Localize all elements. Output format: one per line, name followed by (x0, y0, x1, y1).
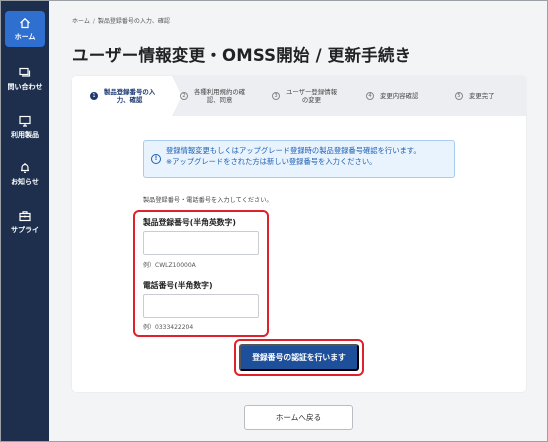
page-title: ユーザー情報変更・OMSS開始 / 更新手続き (72, 46, 412, 65)
step-label-line2: 認、同意 (206, 96, 233, 104)
sidebar: ホーム 問い合わせ 利用製品 お知らせ サプライ (1, 1, 49, 441)
home-icon (20, 17, 30, 29)
sidebar-item-inquiry[interactable]: 問い合わせ (1, 67, 49, 92)
step-2: 2 各種利用規約の確 認、同意 (180, 76, 272, 116)
step-3: 3 ユーザー登録情報 の変更 (272, 76, 362, 116)
step-label-line2: 力、確認 (116, 96, 143, 104)
step-label-line1: ユーザー登録情報 (286, 87, 337, 96)
toolbox-icon (19, 211, 31, 222)
bell-icon (21, 163, 29, 173)
sidebar-item-label: お知らせ (11, 178, 39, 186)
step-5: 5 変更完了 (455, 76, 525, 116)
product-number-example: 例）CWLZ10000A (143, 262, 196, 269)
phone-number-input[interactable] (143, 294, 259, 318)
breadcrumb-separator: / (92, 18, 95, 25)
sidebar-item-home[interactable]: ホーム (5, 11, 45, 47)
step-4: 4 変更内容確認 (366, 76, 446, 116)
sidebar-item-products[interactable]: 利用製品 (1, 115, 49, 140)
step-number: 4 (366, 92, 374, 100)
sidebar-item-news[interactable]: お知らせ (1, 162, 49, 187)
step-label: 変更完了 (469, 91, 495, 100)
step-number: 1 (90, 92, 98, 100)
sidebar-item-label: 問い合わせ (7, 83, 43, 91)
product-number-label: 製品登録番号(半角英数字) (143, 218, 236, 227)
info-line-2: ※アップグレードをされた方は新しい登録番号を入力ください。 (166, 156, 377, 166)
step-label-line2: の変更 (301, 96, 322, 104)
phone-number-label: 電話番号(半角数字) (143, 281, 213, 290)
sidebar-item-label: 利用製品 (11, 131, 39, 139)
phone-number-example: 例）0333422204 (143, 324, 194, 331)
step-1: 1 製品登録番号の入 力、確認 (72, 76, 182, 116)
sidebar-item-label: ホーム (14, 33, 36, 41)
step-number: 3 (272, 92, 280, 100)
breadcrumb-home-link[interactable]: ホーム (72, 18, 90, 25)
chat-icon (19, 67, 31, 77)
step-label-line1: 製品登録番号の入 (104, 87, 156, 96)
product-number-input[interactable] (143, 231, 259, 255)
breadcrumb: ホーム / 製品登録番号の入力、確認 (72, 16, 170, 25)
step-number: 5 (455, 92, 463, 100)
progress-steps: 1 製品登録番号の入 力、確認 2 各種利用規約の確 認、同意 3 ユーザー登録情報… (72, 76, 526, 116)
sidebar-item-label: サプライ (11, 226, 39, 234)
instruction-text: 製品登録番号・電話番号を入力してください。 (143, 197, 273, 204)
info-icon: ! (151, 154, 161, 164)
monitor-icon (19, 115, 31, 127)
info-message: ! 登録情報変更もしくはアップグレード登録時の製品登録番号確認を行います。 ※ア… (143, 140, 455, 178)
sidebar-item-supply[interactable]: サプライ (1, 210, 49, 235)
back-home-button[interactable]: ホームへ戻る (244, 405, 353, 430)
breadcrumb-current: 製品登録番号の入力、確認 (97, 18, 170, 25)
step-number: 2 (180, 92, 188, 100)
step-label: 変更内容確認 (380, 91, 419, 100)
verify-registration-button[interactable]: 登録番号の認証を行います (239, 344, 359, 371)
step-label-line1: 各種利用規約の確 (194, 87, 246, 96)
info-line-1: 登録情報変更もしくはアップグレード登録時の製品登録番号確認を行います。 (166, 146, 421, 155)
